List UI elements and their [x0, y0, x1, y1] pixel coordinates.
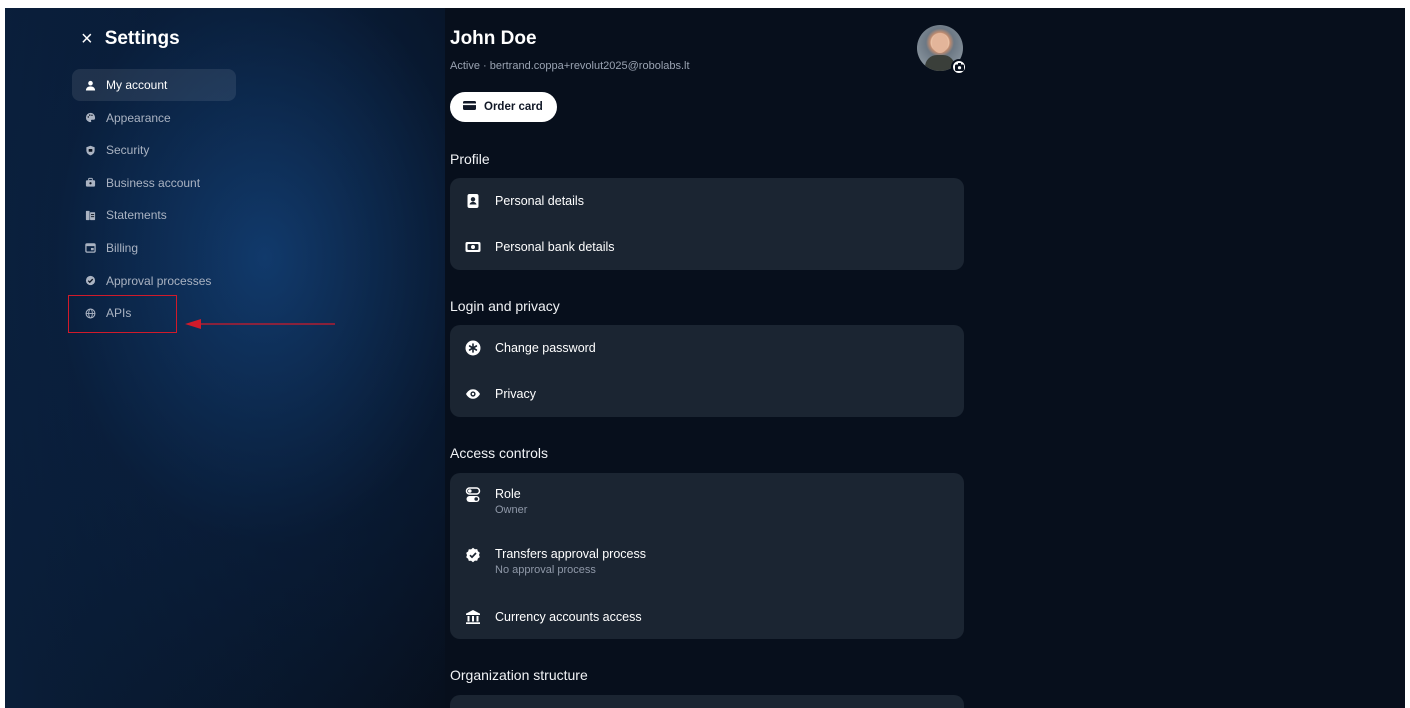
row-currency-accounts-access[interactable]: Currency accounts access [450, 597, 964, 637]
sidebar-item-label: Business account [106, 175, 201, 190]
sidebar-item-label: My account [106, 78, 168, 92]
camera-icon[interactable] [951, 59, 967, 75]
settings-title: Settings [104, 28, 180, 49]
access-controls-card: Role Owner Transfers approval process No… [450, 473, 964, 639]
row-label: Transfers approval process [495, 547, 646, 561]
sidebar-item-appearance[interactable]: Appearance [72, 102, 236, 134]
user-status: Active · bertrand.coppa+revolut2025@robo… [450, 60, 690, 72]
profile-card: Personal details Personal bank details [450, 178, 964, 270]
sidebar-item-label: Billing [106, 240, 139, 255]
asterisk-icon [465, 340, 481, 356]
close-icon[interactable]: × [81, 29, 93, 49]
section-title-profile: Profile [450, 151, 490, 167]
sidebar-item-statements[interactable]: Statements [72, 199, 236, 231]
sidebar-item-my-account[interactable]: My account [72, 69, 236, 101]
id-badge-icon [465, 193, 481, 209]
check-circle-icon [85, 275, 96, 286]
section-title-access-controls: Access controls [450, 445, 549, 461]
briefcase-icon [85, 177, 96, 188]
row-label: Personal details [495, 194, 584, 208]
sidebar-item-billing[interactable]: Billing [72, 232, 236, 264]
row-personal-details[interactable]: Personal details [450, 178, 964, 224]
login-privacy-card: Change password Privacy [450, 325, 964, 417]
bank-icon [465, 609, 481, 625]
person-icon [85, 80, 96, 91]
sidebar-item-security[interactable]: Security [72, 134, 236, 166]
section-title-organization-structure: Organization structure [450, 667, 588, 683]
sidebar-item-label: Approval processes [106, 273, 212, 288]
toggles-icon [465, 487, 481, 503]
sidebar-item-label: Appearance [106, 110, 171, 125]
check-badge-icon [465, 547, 481, 563]
shield-icon [85, 145, 96, 156]
row-label: Role [495, 487, 521, 501]
settings-header: × Settings [81, 26, 180, 52]
settings-nav: My account Appearance Security Business … [72, 69, 236, 330]
row-change-password[interactable]: Change password [450, 325, 964, 371]
sidebar-item-business-account[interactable]: Business account [72, 167, 236, 199]
sidebar-item-approval-processes[interactable]: Approval processes [72, 265, 236, 297]
row-personal-bank-details[interactable]: Personal bank details [450, 224, 964, 270]
row-label: Currency accounts access [495, 610, 642, 624]
row-privacy[interactable]: Privacy [450, 371, 964, 417]
row-role[interactable]: Role Owner [450, 477, 964, 529]
row-transfers-approval-process[interactable]: Transfers approval process No approval p… [450, 537, 964, 589]
row-sublabel: No approval process [495, 564, 596, 576]
row-label: Change password [495, 341, 596, 355]
banknote-icon [465, 239, 481, 255]
palette-icon [85, 112, 96, 123]
sidebar-item-label: Security [106, 143, 150, 158]
row-label: Personal bank details [495, 240, 615, 254]
annotation-arrow-icon [185, 319, 335, 329]
organization-structure-card [450, 695, 964, 708]
avatar-head [932, 33, 948, 53]
calendar-icon [85, 242, 96, 254]
order-card-button[interactable]: Order card [450, 92, 557, 122]
app-window: × Settings My account Appearance Securit… [5, 8, 1405, 708]
row-label: Privacy [495, 387, 536, 401]
annotation-highlight-box [68, 295, 177, 333]
statements-icon [85, 210, 96, 221]
card-icon [463, 101, 476, 113]
user-name: John Doe [450, 28, 537, 49]
eye-icon [465, 386, 481, 402]
row-sublabel: Owner [495, 504, 528, 516]
sidebar-item-label: Statements [106, 208, 167, 223]
order-card-label: Order card [484, 101, 543, 113]
section-title-login-privacy: Login and privacy [450, 298, 560, 314]
